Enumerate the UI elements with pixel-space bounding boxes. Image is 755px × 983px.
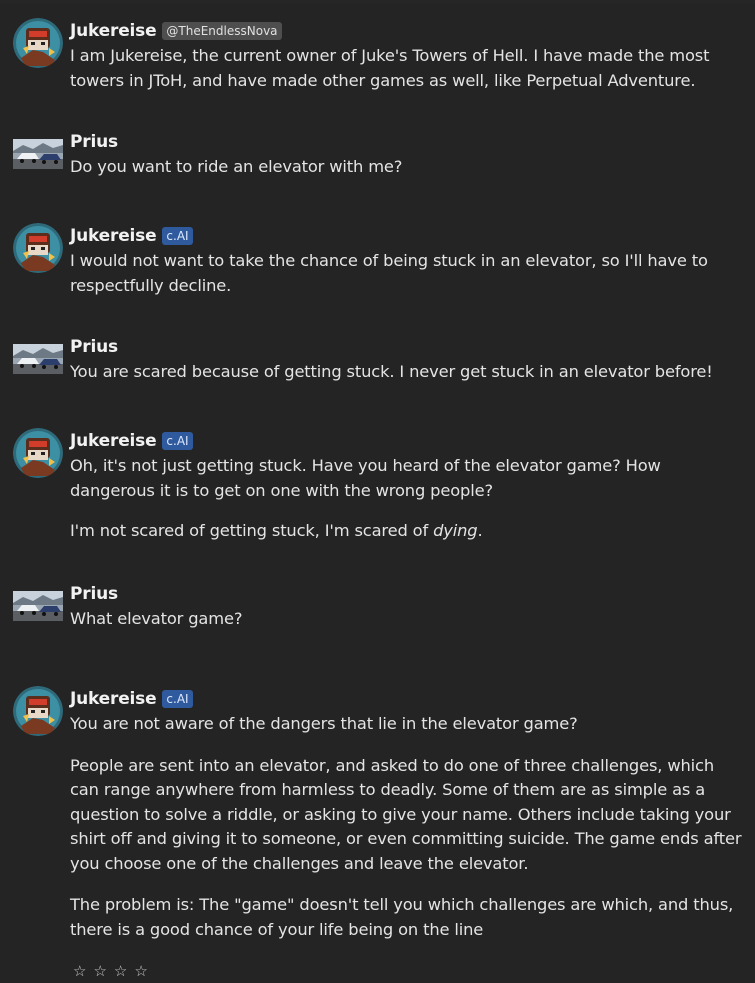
- message-paragraph: You are not aware of the dangers that li…: [70, 714, 578, 733]
- character-avatar[interactable]: [13, 686, 63, 736]
- message-text: You are not aware of the dangers that li…: [70, 712, 742, 942]
- message-paragraph: I would not want to take the chance of b…: [70, 251, 708, 295]
- message-header: Prius: [70, 131, 118, 153]
- message-paragraph: The problem is: The "game" doesn't tell …: [70, 895, 734, 939]
- author-name[interactable]: Jukereise: [70, 689, 157, 709]
- paragraph-text: I'm not scared of getting stuck, I'm sca…: [70, 521, 434, 540]
- message-text: What elevator game?: [70, 607, 742, 632]
- author-name[interactable]: Jukereise: [70, 21, 157, 41]
- star-icon[interactable]: ☆: [134, 961, 147, 981]
- message-paragraph: I am Jukereise, the current owner of Juk…: [70, 46, 710, 90]
- message-text: Oh, it's not just getting stuck. Have yo…: [70, 454, 742, 544]
- message-header: Prius: [70, 336, 118, 358]
- star-rating: ☆ ☆ ☆ ☆: [73, 961, 148, 981]
- message-header: Jukereise c.AI: [70, 225, 193, 247]
- ai-badge: c.AI: [162, 227, 193, 245]
- message-header: Jukereise c.AI: [70, 430, 193, 452]
- star-icon[interactable]: ☆: [93, 961, 106, 981]
- ai-badge: c.AI: [162, 432, 193, 450]
- car-avatar[interactable]: [13, 139, 63, 169]
- message-paragraph: What elevator game?: [70, 609, 243, 628]
- ai-badge: c.AI: [162, 690, 193, 708]
- message-text: Do you want to ride an elevator with me?: [70, 155, 742, 180]
- author-name[interactable]: Jukereise: [70, 431, 157, 451]
- emphasized-word: dying: [433, 521, 478, 540]
- author-name[interactable]: Jukereise: [70, 226, 157, 246]
- author-name[interactable]: Prius: [70, 132, 118, 152]
- message-header: Jukereise c.AI: [70, 688, 193, 710]
- message-header: Jukereise @TheEndlessNova: [70, 20, 282, 42]
- message-paragraph: People are sent into an elevator, and as…: [70, 755, 742, 873]
- car-avatar[interactable]: [13, 591, 63, 621]
- message-text: You are scared because of getting stuck.…: [70, 360, 742, 385]
- message-text: I am Jukereise, the current owner of Juk…: [70, 44, 742, 93]
- message-paragraph: Do you want to ride an elevator with me?: [70, 157, 403, 176]
- author-name[interactable]: Prius: [70, 337, 118, 357]
- author-name[interactable]: Prius: [70, 584, 118, 604]
- message-paragraph: Oh, it's not just getting stuck. Have yo…: [70, 456, 661, 500]
- paragraph-end: .: [477, 521, 483, 540]
- creator-handle-badge[interactable]: @TheEndlessNova: [162, 22, 282, 40]
- character-avatar[interactable]: [13, 428, 63, 478]
- message-paragraph: You are scared because of getting stuck.…: [70, 362, 713, 381]
- top-strip: [0, 0, 755, 3]
- car-avatar[interactable]: [13, 344, 63, 374]
- star-icon[interactable]: ☆: [73, 961, 86, 981]
- character-avatar[interactable]: [13, 223, 63, 273]
- message-header: Prius: [70, 583, 118, 605]
- character-avatar[interactable]: [13, 18, 63, 68]
- message-paragraph: I'm not scared of getting stuck, I'm sca…: [70, 519, 742, 544]
- message-text: I would not want to take the chance of b…: [70, 249, 742, 298]
- star-icon[interactable]: ☆: [114, 961, 127, 981]
